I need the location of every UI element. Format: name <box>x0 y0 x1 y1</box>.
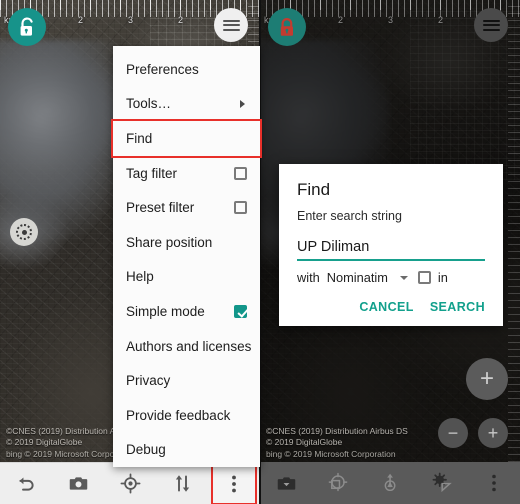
hamburger-icon[interactable] <box>214 8 248 42</box>
dialog-subtitle: Enter search string <box>297 209 402 223</box>
menu-item-label: Preferences <box>126 61 199 77</box>
scale-tick: 2 <box>438 15 444 25</box>
menu-item-label: Preset filter <box>126 200 195 216</box>
menu-item-provide-feedback[interactable]: Provide feedback <box>113 398 260 433</box>
menu-item-authors-and-licenses[interactable]: Authors and licenses <box>113 329 260 364</box>
scale-ruler-major-left <box>0 0 260 10</box>
menu-item-preset-filter[interactable]: Preset filter <box>113 190 260 225</box>
scale-tick: 3 <box>128 15 134 25</box>
menu-item-label: Privacy <box>126 373 171 389</box>
menu-item-share-position[interactable]: Share position <box>113 225 260 260</box>
menu-item-help[interactable]: Help <box>113 260 260 295</box>
menu-item-preferences[interactable]: Preferences <box>113 52 260 87</box>
menu-item-label: Simple mode <box>126 303 205 319</box>
way-select-icon[interactable] <box>369 464 411 502</box>
node-select-icon[interactable] <box>317 464 359 502</box>
search-input[interactable]: UP Diliman <box>297 239 485 261</box>
menu-item-label: Debug <box>126 442 166 458</box>
map-attribution-right: ©CNES (2019) Distribution Airbus DS © 20… <box>266 426 408 461</box>
scale-ruler-major-right <box>260 0 520 10</box>
menu-item-label: Tag filter <box>126 165 178 181</box>
attribution-line: © 2019 DigitalGlobe <box>266 437 343 447</box>
zoom-in-button[interactable]: + <box>478 418 508 448</box>
zoom-out-button[interactable]: − <box>438 418 468 448</box>
lock-icon[interactable] <box>268 8 306 46</box>
menu-item-label: Tools… <box>126 96 172 112</box>
find-dialog: Find Enter search string UP Diliman with… <box>279 164 503 326</box>
menu-item-label: Provide feedback <box>126 407 231 423</box>
menu-item-find[interactable]: Find <box>111 119 262 158</box>
search-provider-row: with Nominatim in <box>297 270 485 285</box>
menu-item-label: Find <box>126 130 153 146</box>
menu-item-label: Share position <box>126 234 213 250</box>
hamburger-bars <box>222 17 240 33</box>
menu-item-tag-filter[interactable]: Tag filter <box>113 156 260 191</box>
menu-item-label: Authors and licenses <box>126 338 252 354</box>
undo-icon[interactable] <box>5 465 47 503</box>
provider-select[interactable]: Nominatim <box>327 270 408 285</box>
unlock-icon[interactable] <box>8 8 46 46</box>
attribution-line: ©CNES (2019) Distribution Airbus DS <box>266 425 408 436</box>
scale-tick: 2 <box>338 15 344 25</box>
chevron-down-icon <box>399 275 408 280</box>
hamburger-bars <box>482 17 500 33</box>
relation-select-icon[interactable] <box>421 464 463 502</box>
with-label: with <box>297 270 320 285</box>
overflow-menu-icon[interactable] <box>473 464 515 502</box>
menu-item-debug[interactable]: Debug <box>113 433 260 468</box>
provider-selected-value: Nominatim <box>326 270 388 285</box>
in-label: in <box>437 270 448 285</box>
hamburger-icon[interactable] <box>474 8 508 42</box>
menu-item-label: Help <box>126 269 154 285</box>
transfer-icon[interactable] <box>161 465 203 503</box>
camera-icon[interactable] <box>57 465 99 503</box>
bottom-toolbar-left <box>0 462 260 504</box>
scale-tick: 2 <box>178 15 184 25</box>
gps-location-icon[interactable] <box>109 465 151 503</box>
camera-down-icon[interactable] <box>265 464 307 502</box>
screenshot-root: km 4 2 3 2 5 ©CNES (2019) Distribution A… <box>0 0 520 504</box>
dialog-title: Find <box>297 180 331 199</box>
search-button[interactable]: SEARCH <box>430 300 485 314</box>
compass-icon[interactable] <box>10 218 38 246</box>
scale-tick: 3 <box>388 15 394 25</box>
add-fab-button[interactable]: + <box>466 358 508 400</box>
menu-item-simple-mode[interactable]: Simple mode <box>113 294 260 329</box>
scale-ruler-side-right <box>508 0 520 504</box>
compass-ring <box>16 224 32 240</box>
bottom-toolbar-right <box>260 462 520 504</box>
dialog-actions: CANCEL SEARCH <box>297 291 485 316</box>
scale-tick: 2 <box>78 15 84 25</box>
menu-item-privacy[interactable]: Privacy <box>113 363 260 398</box>
menu-item-tools[interactable]: Tools… <box>113 87 260 122</box>
checkbox-checked-icon[interactable] <box>234 304 247 318</box>
checkbox-unchecked-icon[interactable] <box>417 271 431 284</box>
map-water-area <box>0 40 130 240</box>
chevron-right-icon <box>240 99 245 108</box>
checkbox-unchecked-icon[interactable] <box>234 166 247 180</box>
overflow-menu-popup: Preferences Tools… Find Tag filter Prese… <box>111 46 262 468</box>
checkbox-unchecked-icon[interactable] <box>234 201 247 215</box>
attribution-line: bing © 2019 Microsoft Corporation <box>266 448 396 459</box>
overflow-menu-icon[interactable] <box>211 462 257 504</box>
cancel-button[interactable]: CANCEL <box>359 300 413 314</box>
